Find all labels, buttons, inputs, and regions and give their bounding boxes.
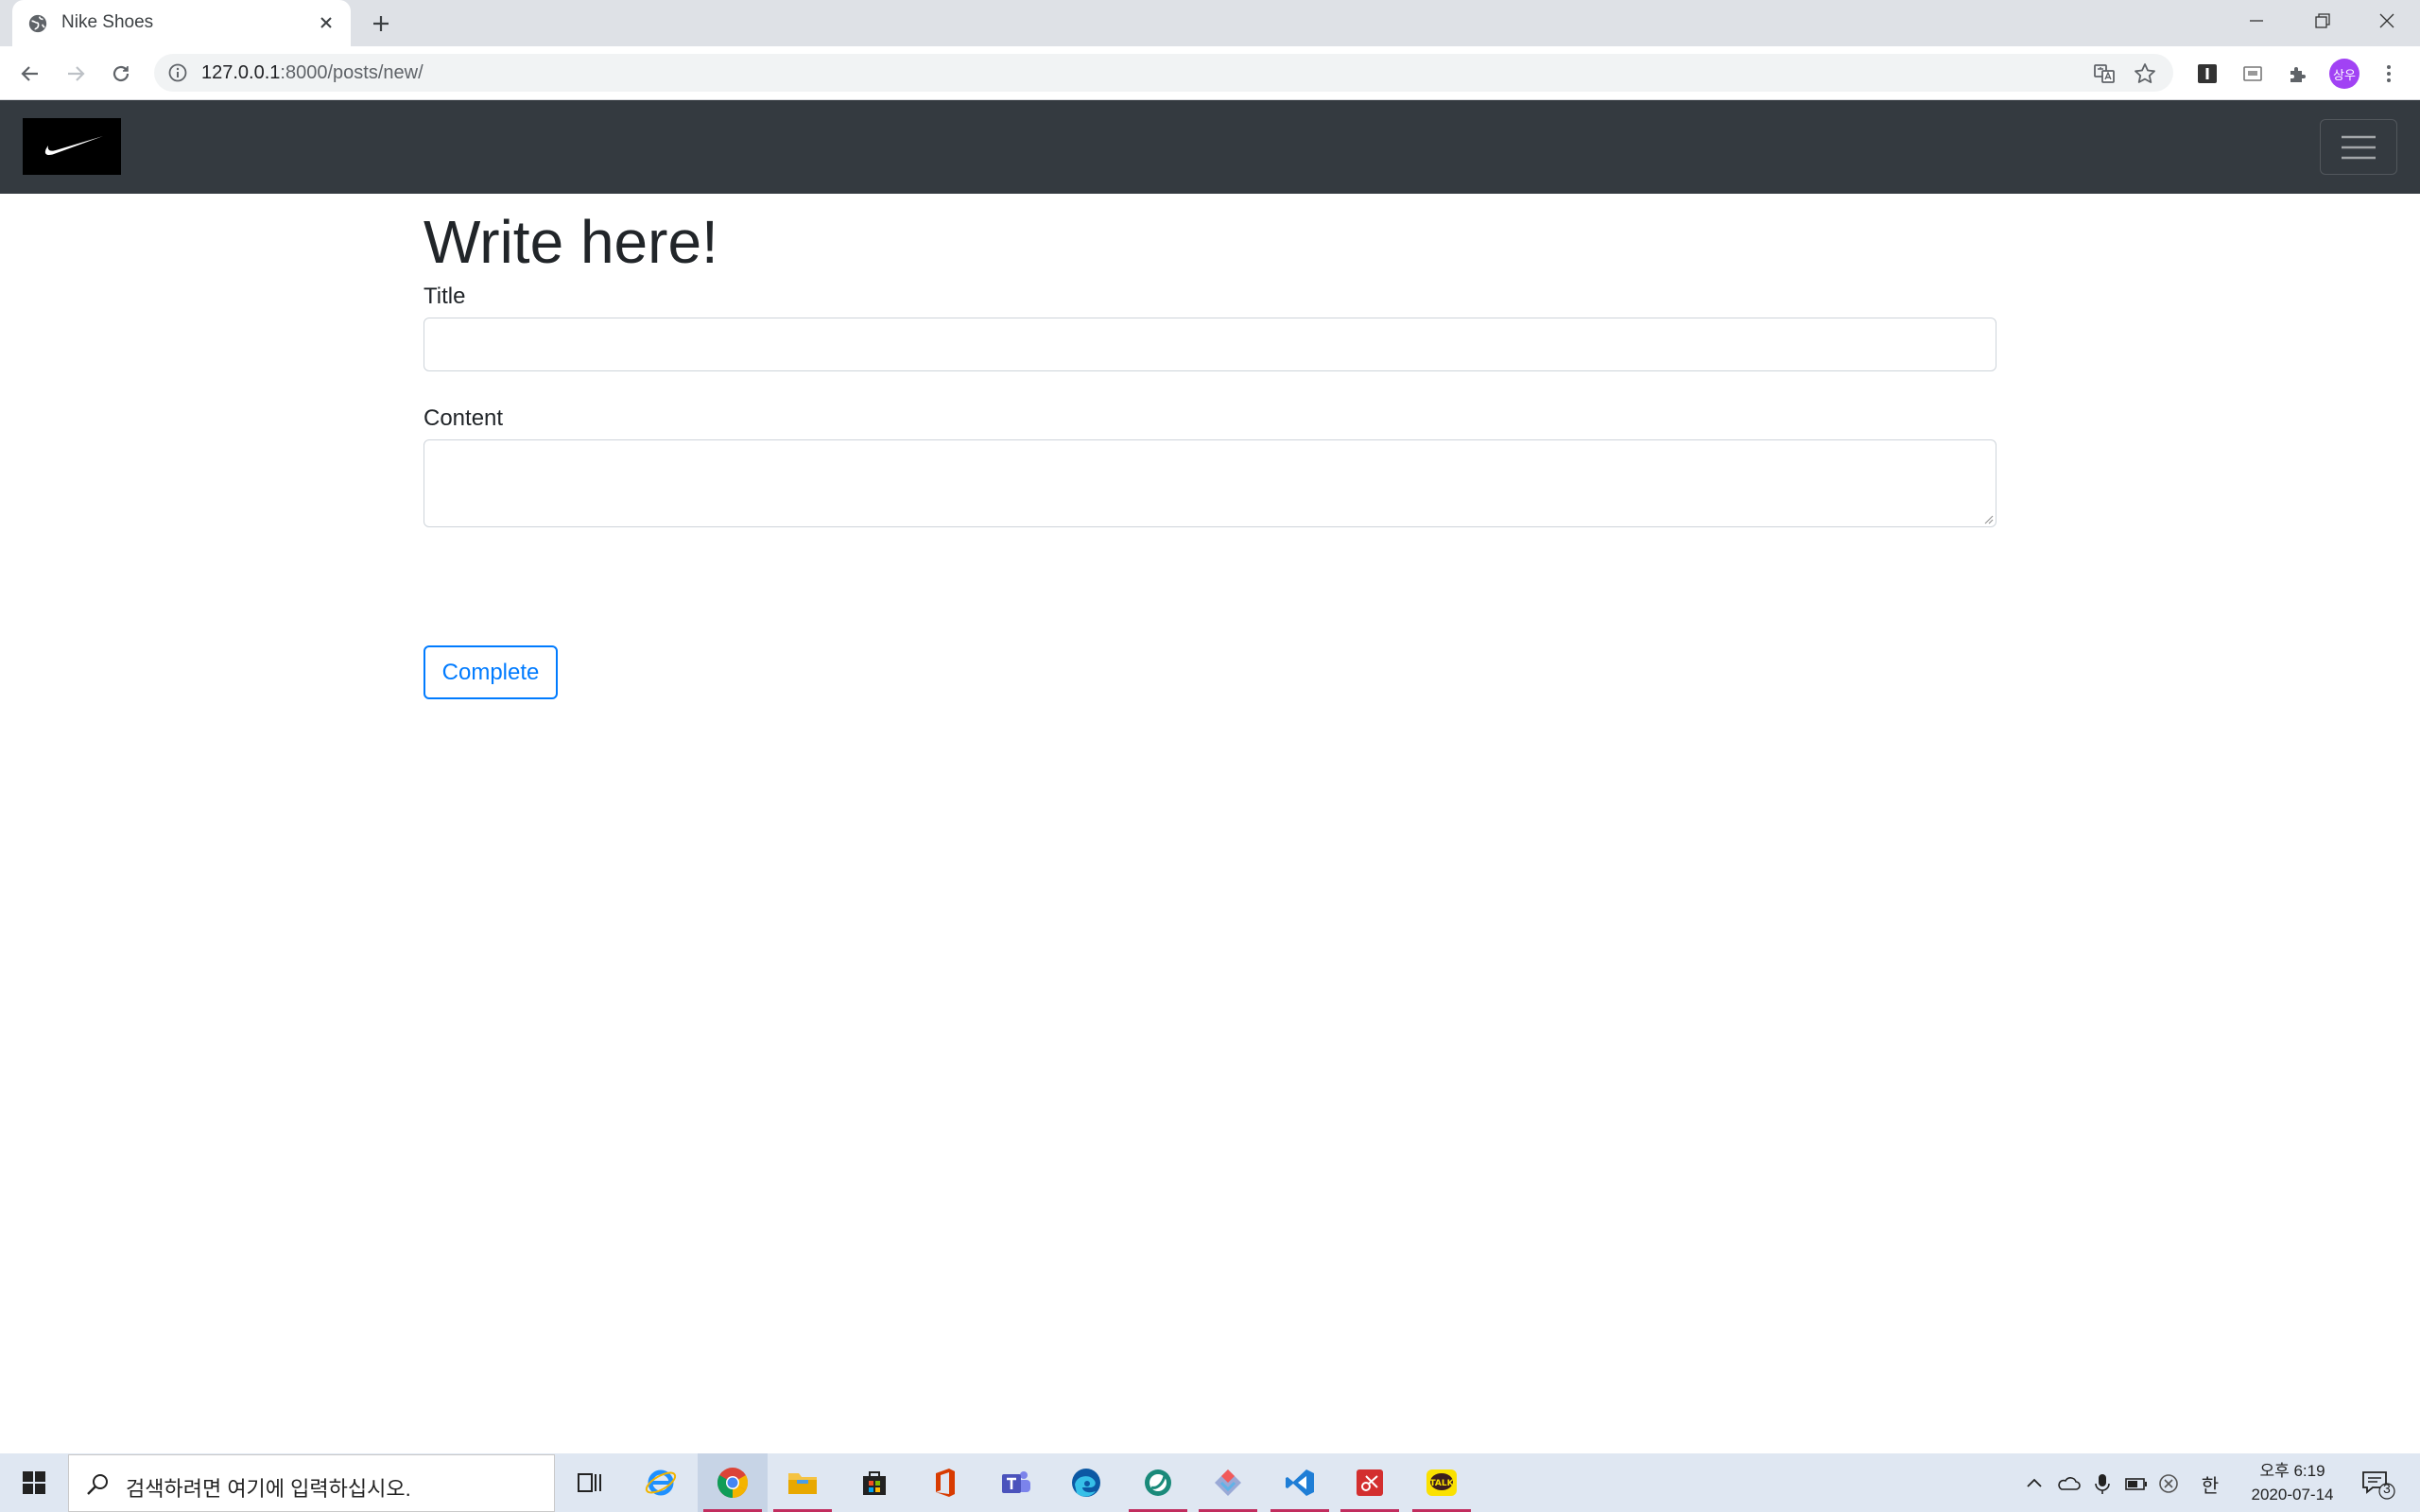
extensions-button[interactable] — [2282, 58, 2314, 90]
microphone-tray-button[interactable] — [2089, 1470, 2116, 1497]
restore-icon — [2315, 13, 2330, 28]
taskbar-app-chrome[interactable] — [698, 1453, 768, 1512]
start-button[interactable] — [0, 1453, 68, 1512]
notification-icon — [2362, 1471, 2395, 1500]
cloud-icon — [2058, 1477, 2081, 1490]
taskbar-app-file-explorer[interactable] — [768, 1453, 838, 1512]
network-tray-button[interactable] — [2155, 1470, 2182, 1497]
taskbar-app-vscode[interactable] — [1265, 1453, 1335, 1512]
internet-explorer-icon — [645, 1469, 677, 1496]
task-view-icon — [578, 1473, 601, 1492]
url-path: :8000/posts/new/ — [280, 62, 424, 83]
teams-icon — [1002, 1471, 1030, 1493]
chrome-icon — [717, 1468, 749, 1498]
taskbar-app-green[interactable] — [1123, 1453, 1193, 1512]
web-page: Write here! Title Content Complete — [0, 100, 2420, 1453]
search-icon — [87, 1474, 108, 1495]
taskbar-app-edge[interactable] — [1051, 1453, 1121, 1512]
clock-time: 오후 6:19 — [2259, 1462, 2325, 1480]
resize-grip-icon[interactable] — [1982, 513, 1994, 524]
network-disconnected-icon — [2159, 1474, 2178, 1493]
folder-icon — [788, 1473, 817, 1494]
content-textarea[interactable] — [424, 439, 1996, 527]
search-placeholder: 검색하려면 여기에 입력하십시오. — [126, 1477, 411, 1501]
url-text: 127.0.0.1:8000/posts/new/ — [201, 62, 424, 84]
profile-avatar[interactable]: 상우 — [2329, 59, 2360, 89]
back-button[interactable] — [14, 58, 46, 90]
new-tab-icon[interactable] — [367, 9, 395, 38]
taskbar-app-office[interactable] — [909, 1453, 979, 1512]
task-view-button[interactable] — [554, 1453, 624, 1512]
vscode-icon — [1286, 1469, 1314, 1496]
navbar-toggle-button[interactable] — [2320, 119, 2397, 175]
globe-icon — [28, 14, 47, 33]
extension-instapaper-button[interactable] — [2191, 58, 2223, 90]
info-icon[interactable] — [167, 62, 188, 83]
title-input[interactable] — [424, 318, 1996, 371]
tab-title: Nike Shoes — [61, 12, 154, 32]
instapaper-icon — [2198, 64, 2217, 83]
sourcetree-icon — [1215, 1469, 1241, 1496]
taskbar-search-box[interactable]: 검색하려면 여기에 입력하십시오. — [68, 1454, 555, 1512]
battery-tray-button[interactable] — [2123, 1470, 2150, 1497]
reload-button[interactable] — [105, 58, 137, 90]
url-host: 127.0.0.1 — [201, 62, 281, 83]
microphone-icon — [2095, 1474, 2110, 1494]
browser-menu-button[interactable] — [2373, 58, 2405, 90]
taskbar-app-red[interactable] — [1335, 1453, 1405, 1512]
browser-tab-strip: Nike Shoes — [0, 0, 2420, 46]
windows-taskbar: 검색하려면 여기에 입력하십시오. TALK 한 오후 6:19 2020-07… — [0, 1453, 2420, 1512]
hamburger-menu-icon — [2342, 135, 2376, 159]
puzzle-icon — [2290, 67, 2306, 82]
taskbar-app-internet-explorer[interactable] — [626, 1453, 696, 1512]
taskbar-app-sourcetree[interactable] — [1193, 1453, 1263, 1512]
browser-tab-active[interactable]: Nike Shoes — [12, 0, 351, 46]
close-tab-icon[interactable] — [313, 9, 339, 36]
red-app-icon — [1357, 1469, 1383, 1496]
address-bar[interactable]: 127.0.0.1:8000/posts/new/ — [154, 54, 2173, 92]
show-hidden-icons-button[interactable] — [2021, 1470, 2048, 1497]
store-icon — [863, 1471, 886, 1495]
star-icon[interactable] — [2133, 61, 2157, 86]
taskbar-app-teams[interactable] — [981, 1453, 1051, 1512]
taskbar-clock[interactable]: 오후 6:19 2020-07-14 — [2240, 1459, 2344, 1506]
battery-icon — [2125, 1478, 2147, 1490]
reader-icon — [2243, 66, 2262, 81]
office-icon — [936, 1469, 955, 1497]
ime-indicator[interactable]: 한 — [2197, 1470, 2223, 1497]
onedrive-tray-button[interactable] — [2055, 1470, 2082, 1497]
complete-button[interactable]: Complete — [424, 645, 558, 699]
svg-text:TALK: TALK — [1429, 1479, 1454, 1488]
forward-button[interactable] — [60, 58, 92, 90]
minimize-icon — [2250, 20, 2263, 22]
content-label: Content — [424, 405, 504, 431]
navbar — [0, 100, 2420, 194]
reload-icon — [112, 65, 130, 82]
minimize-window-button[interactable] — [2223, 0, 2290, 42]
clock-date: 2020-07-14 — [2251, 1486, 2334, 1503]
page-title: Write here! — [424, 208, 718, 276]
taskbar-app-microsoft-store[interactable] — [839, 1453, 909, 1512]
browser-toolbar: 127.0.0.1:8000/posts/new/ — [0, 46, 2420, 100]
extension-reader-button[interactable] — [2237, 58, 2269, 90]
nike-logo[interactable] — [23, 118, 121, 175]
kakaotalk-icon: TALK — [1426, 1469, 1457, 1496]
title-label: Title — [424, 284, 466, 309]
green-app-icon — [1145, 1469, 1171, 1496]
translate-icon[interactable] — [2092, 61, 2117, 86]
windows-logo-icon — [23, 1471, 45, 1494]
taskbar-app-kakaotalk[interactable]: TALK — [1407, 1453, 1477, 1512]
arrow-left-icon — [21, 66, 38, 81]
action-center-button[interactable]: 3 — [2360, 1467, 2397, 1501]
more-vertical-icon — [2387, 65, 2391, 82]
restore-window-button[interactable] — [2290, 0, 2356, 42]
notification-count: 3 — [2383, 1481, 2391, 1496]
nike-swoosh-icon — [44, 136, 103, 155]
edge-icon — [1072, 1469, 1100, 1497]
arrow-right-icon — [68, 66, 85, 81]
close-window-button[interactable] — [2354, 0, 2420, 42]
chevron-up-icon — [2027, 1478, 2042, 1487]
close-icon — [2379, 13, 2394, 28]
